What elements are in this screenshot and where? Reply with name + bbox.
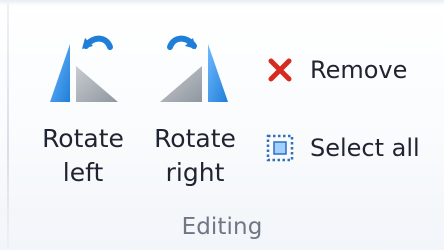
group-left-edge: [7, 0, 9, 250]
select-all-label: Select all: [310, 134, 420, 162]
remove-x-icon: [260, 50, 300, 90]
select-all-button[interactable]: Select all: [260, 124, 440, 172]
rotate-right-label: Rotate right: [154, 124, 236, 187]
editing-group-label: Editing: [181, 214, 263, 240]
remove-label: Remove: [310, 56, 408, 84]
rotate-right-button[interactable]: Rotate right: [142, 18, 248, 200]
rotate-left-label: Rotate left: [42, 124, 124, 187]
top-divider: [0, 0, 444, 6]
remove-button[interactable]: Remove: [260, 46, 440, 94]
rotate-left-icon: [40, 18, 126, 110]
select-all-icon: [260, 128, 300, 168]
rotate-right-icon: [152, 18, 238, 110]
ribbon-editing-group: Rotate left Rotate right Remove Select a…: [0, 0, 444, 250]
rotate-left-button[interactable]: Rotate left: [30, 18, 136, 200]
